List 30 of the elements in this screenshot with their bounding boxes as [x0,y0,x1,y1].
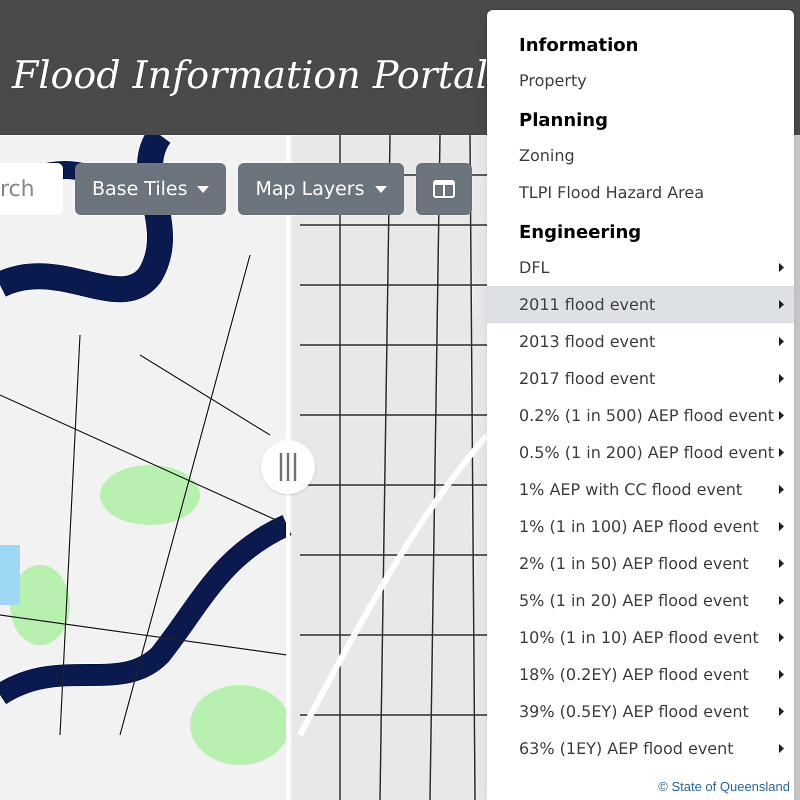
menu-item[interactable]: 2% (1 in 50) AEP flood event [487,545,794,582]
menu-item[interactable]: 2013 flood event [487,323,794,360]
menu-item[interactable]: 10% (1 in 10) AEP flood event [487,619,794,656]
menu-item[interactable]: TLPI Flood Hazard Area [487,174,794,211]
menu-heading: Information [518,34,640,58]
menu-heading: Planning [518,109,610,133]
menu-item[interactable]: 0.5% (1 in 200) AEP flood event [487,434,794,471]
menu-item[interactable]: 39% (0.5EY) AEP flood event [487,693,794,730]
menu-item[interactable]: 2011 flood event [487,286,794,323]
menu-item[interactable]: 63% (1EY) AEP flood event [487,730,794,767]
caret-down-icon [197,186,210,192]
menu-item[interactable]: Property [487,62,794,99]
menu-heading: Engineering [518,221,642,245]
menu-item[interactable]: 1% (1 in 100) AEP flood event [487,508,794,545]
menu-item[interactable]: DFL [487,249,794,286]
split-view-button[interactable] [416,163,472,215]
menu-item[interactable]: 1% AEP with CC flood event [487,471,794,508]
menu-item[interactable]: 0.2% (1 in 500) AEP flood event [487,397,794,434]
portal-title: Flood Information Portal [12,52,488,98]
attribution-link[interactable]: © State of Queensland [658,779,790,794]
dropdown-button[interactable]: Base Tiles [75,163,226,215]
dropdown-button[interactable]: Map Layers [238,163,404,215]
menu-item[interactable]: Zoning [487,137,794,174]
menu-item[interactable]: 5% (1 in 20) AEP flood event [487,582,794,619]
columns-icon [432,180,454,198]
menu-item[interactable]: 18% (0.2EY) AEP flood event [487,656,794,693]
grip-icon [279,453,297,481]
menu-item[interactable]: 2017 flood event [487,360,794,397]
caret-down-icon [374,186,386,192]
search-field[interactable]: rch [0,163,63,215]
